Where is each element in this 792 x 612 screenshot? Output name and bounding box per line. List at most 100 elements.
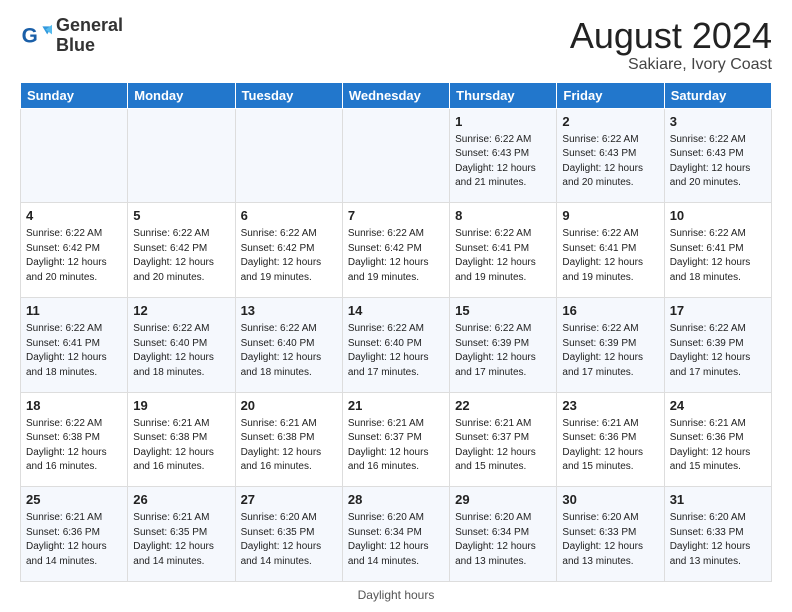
day-number: 29 [455,491,551,509]
day-cell-2: 2 Sunrise: 6:22 AM Sunset: 6:43 PM Daylig… [557,108,664,203]
week-row-1: 1Sunrise: 6:22 AM Sunset: 6:43 PM Daylig… [21,108,772,203]
day-cell-9: 9Sunrise: 6:22 AM Sunset: 6:41 PM Daylig… [557,203,664,298]
day-info: Sunrise: 6:22 AM Sunset: 6:39 PM Dayligh… [562,322,658,380]
header-tuesday: Tuesday [235,82,342,108]
day-number: 22 [455,397,551,415]
day-cell-12: 12 Sunrise: 6:22 AM Sunset: 6:40 PM Dayli… [128,297,235,392]
day-number: 18 [26,397,122,415]
calendar-subtitle: Sakiare, Ivory Coast [570,56,772,74]
day-info: Sunrise: 6:21 AM Sunset: 6:38 PM Dayligh… [241,417,337,475]
day-cell-3: 3 Sunrise: 6:22 AM Sunset: 6:43 PM Daylig… [664,108,771,203]
day-number: 24 [670,397,766,415]
header-thursday: Thursday [450,82,557,108]
day-info: Sunrise: 6:20 AM Sunset: 6:33 PM Dayligh… [670,511,766,569]
day-cell-20: 20 Sunrise: 6:21 AM Sunset: 6:38 PM Dayli… [235,392,342,487]
day-number: 17 [670,302,766,320]
day-info: Sunrise: 6:21 AM Sunset: 6:37 PM Dayligh… [455,417,551,475]
day-info: Sunrise: 6:22 AM Sunset: 6:40 PM Dayligh… [241,322,337,380]
day-cell-27: 27Sunrise: 6:20 AM Sunset: 6:35 PM Dayli… [235,487,342,582]
day-info: Sunrise: 6:21 AM Sunset: 6:36 PM Dayligh… [26,511,122,569]
day-number: 21 [348,397,444,415]
day-number: 8 [455,207,551,225]
day-info: Sunrise: 6:22 AM Sunset: 6:39 PM Dayligh… [670,322,766,380]
header-sunday: Sunday [21,82,128,108]
day-cell-13: 13 Sunrise: 6:22 AM Sunset: 6:40 PM Dayli… [235,297,342,392]
day-number: 27 [241,491,337,509]
day-info: Sunrise: 6:22 AM Sunset: 6:41 PM Dayligh… [455,227,551,285]
day-info: Sunrise: 6:22 AM Sunset: 6:41 PM Dayligh… [26,322,122,380]
header-wednesday: Wednesday [342,82,449,108]
day-cell-16: 16 Sunrise: 6:22 AM Sunset: 6:39 PM Dayli… [557,297,664,392]
day-cell-30: 30 Sunrise: 6:20 AM Sunset: 6:33 PM Dayli… [557,487,664,582]
day-info: Sunrise: 6:22 AM Sunset: 6:40 PM Dayligh… [348,322,444,380]
footer-text: Daylight hours [358,588,435,602]
day-number: 20 [241,397,337,415]
day-cell-10: 10Sunrise: 6:22 AM Sunset: 6:41 PM Dayli… [664,203,771,298]
day-info: Sunrise: 6:22 AM Sunset: 6:42 PM Dayligh… [241,227,337,285]
header-monday: Monday [128,82,235,108]
header-saturday: Saturday [664,82,771,108]
day-cell-29: 29 Sunrise: 6:20 AM Sunset: 6:34 PM Dayli… [450,487,557,582]
day-info: Sunrise: 6:22 AM Sunset: 6:43 PM Dayligh… [670,133,766,191]
day-cell-4: 4 Sunrise: 6:22 AM Sunset: 6:42 PM Daylig… [21,203,128,298]
day-number: 5 [133,207,229,225]
day-number: 12 [133,302,229,320]
day-info: Sunrise: 6:22 AM Sunset: 6:39 PM Dayligh… [455,322,551,380]
day-cell-23: 23 Sunrise: 6:21 AM Sunset: 6:36 PM Dayli… [557,392,664,487]
day-info: Sunrise: 6:21 AM Sunset: 6:36 PM Dayligh… [670,417,766,475]
week-row-2: 4 Sunrise: 6:22 AM Sunset: 6:42 PM Daylig… [21,203,772,298]
day-number: 26 [133,491,229,509]
day-info: Sunrise: 6:20 AM Sunset: 6:33 PM Dayligh… [562,511,658,569]
day-cell-25: 25 Sunrise: 6:21 AM Sunset: 6:36 PM Dayli… [21,487,128,582]
calendar-title: August 2024 [570,16,772,56]
day-cell-21: 21 Sunrise: 6:21 AM Sunset: 6:37 PM Dayli… [342,392,449,487]
day-info: Sunrise: 6:20 AM Sunset: 6:34 PM Dayligh… [348,511,444,569]
day-number: 15 [455,302,551,320]
day-info: Sunrise: 6:22 AM Sunset: 6:43 PM Dayligh… [562,133,658,191]
day-info: Sunrise: 6:22 AM Sunset: 6:40 PM Dayligh… [133,322,229,380]
week-row-5: 25 Sunrise: 6:21 AM Sunset: 6:36 PM Dayli… [21,487,772,582]
day-number: 2 [562,113,658,131]
day-info: Sunrise: 6:22 AM Sunset: 6:42 PM Dayligh… [26,227,122,285]
day-number: 6 [241,207,337,225]
day-cell-18: 18 Sunrise: 6:22 AM Sunset: 6:38 PM Dayli… [21,392,128,487]
logo-icon: G [20,20,52,52]
day-info: Sunrise: 6:22 AM Sunset: 6:42 PM Dayligh… [348,227,444,285]
day-cell-6: 6 Sunrise: 6:22 AM Sunset: 6:42 PM Daylig… [235,203,342,298]
day-cell-31: 31 Sunrise: 6:20 AM Sunset: 6:33 PM Dayli… [664,487,771,582]
day-cell-24: 24 Sunrise: 6:21 AM Sunset: 6:36 PM Dayli… [664,392,771,487]
day-number: 25 [26,491,122,509]
day-number: 16 [562,302,658,320]
day-info: Sunrise: 6:20 AM Sunset: 6:34 PM Dayligh… [455,511,551,569]
day-info: Sunrise: 6:22 AM Sunset: 6:42 PM Dayligh… [133,227,229,285]
footer: Daylight hours [20,588,772,602]
day-cell-14: 14Sunrise: 6:22 AM Sunset: 6:40 PM Dayli… [342,297,449,392]
day-cell-empty-1 [128,108,235,203]
logo: G General Blue [20,16,123,56]
logo-line2: Blue [56,36,123,56]
day-info: Sunrise: 6:21 AM Sunset: 6:37 PM Dayligh… [348,417,444,475]
calendar-table: SundayMondayTuesdayWednesdayThursdayFrid… [20,82,772,582]
day-number: 19 [133,397,229,415]
day-number: 31 [670,491,766,509]
day-info: Sunrise: 6:22 AM Sunset: 6:41 PM Dayligh… [670,227,766,285]
day-info: Sunrise: 6:22 AM Sunset: 6:38 PM Dayligh… [26,417,122,475]
day-cell-empty-3 [342,108,449,203]
day-info: Sunrise: 6:21 AM Sunset: 6:36 PM Dayligh… [562,417,658,475]
day-number: 7 [348,207,444,225]
day-number: 3 [670,113,766,131]
day-number: 13 [241,302,337,320]
day-number: 9 [562,207,658,225]
day-cell-15: 15 Sunrise: 6:22 AM Sunset: 6:39 PM Dayli… [450,297,557,392]
page-header: G General Blue August 2024 Sakiare, Ivor… [20,16,772,74]
day-cell-22: 22 Sunrise: 6:21 AM Sunset: 6:37 PM Dayli… [450,392,557,487]
logo-line1: General [56,16,123,36]
week-row-3: 11Sunrise: 6:22 AM Sunset: 6:41 PM Dayli… [21,297,772,392]
day-number: 23 [562,397,658,415]
day-number: 30 [562,491,658,509]
day-cell-26: 26Sunrise: 6:21 AM Sunset: 6:35 PM Dayli… [128,487,235,582]
day-info: Sunrise: 6:21 AM Sunset: 6:38 PM Dayligh… [133,417,229,475]
day-cell-1: 1Sunrise: 6:22 AM Sunset: 6:43 PM Daylig… [450,108,557,203]
day-number: 4 [26,207,122,225]
svg-text:G: G [22,24,38,47]
